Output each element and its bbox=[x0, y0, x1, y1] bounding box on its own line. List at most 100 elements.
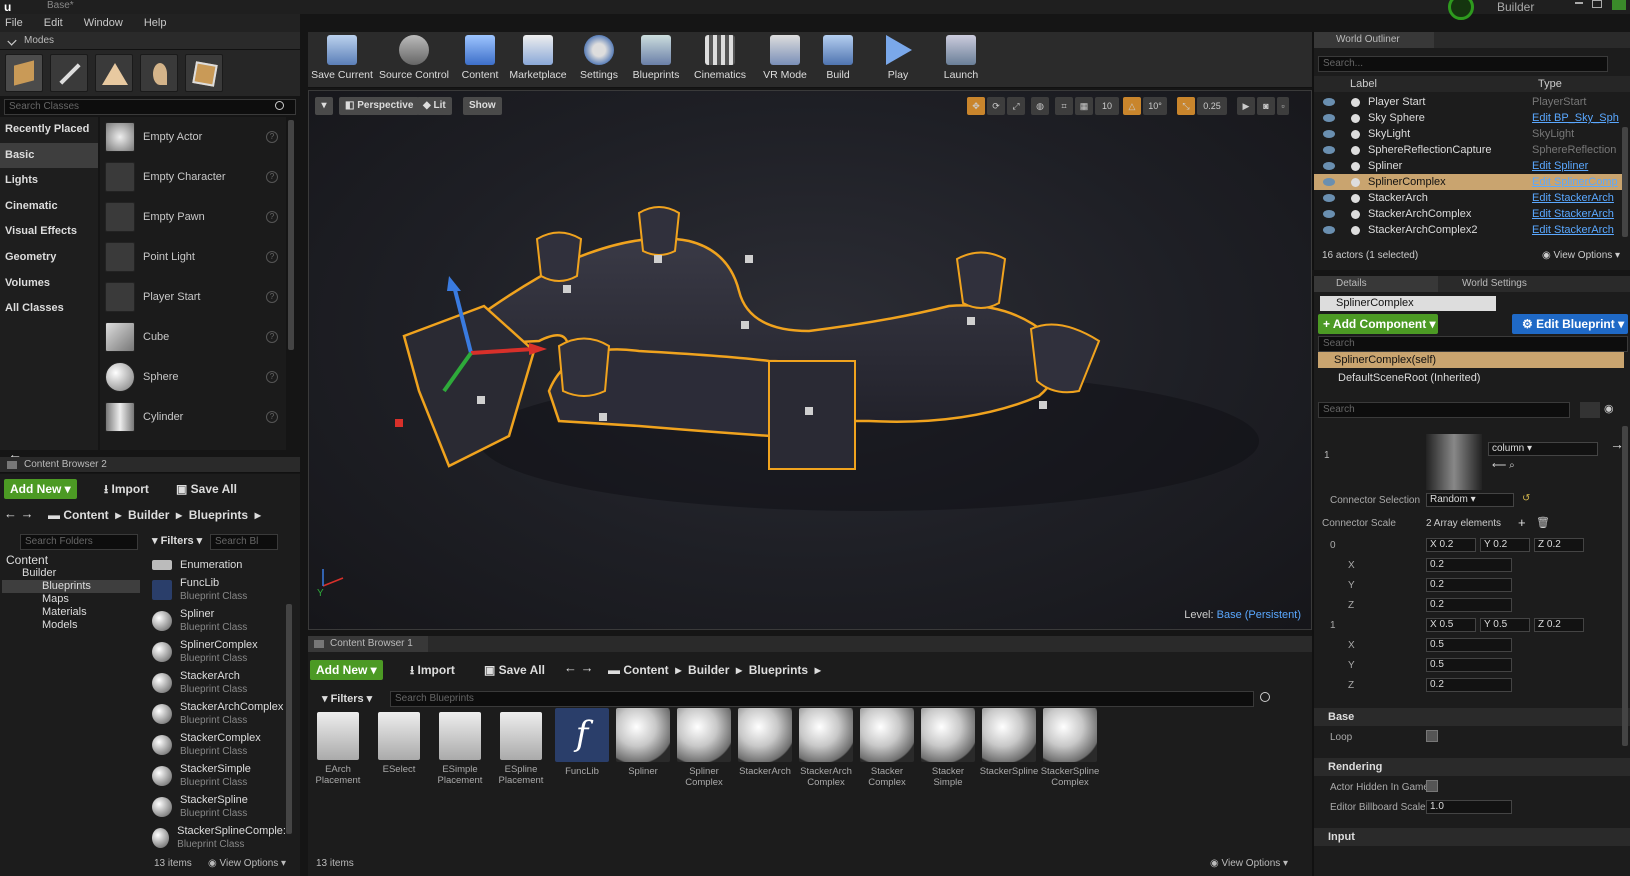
search-blueprints-input[interactable]: Search Blueprints bbox=[390, 691, 1254, 707]
breadcrumb-builder[interactable]: Builder bbox=[128, 508, 169, 522]
asset-tile[interactable]: Spliner Complex bbox=[674, 708, 734, 788]
column-mesh[interactable] bbox=[955, 251, 1007, 309]
asset-tile[interactable]: Spliner bbox=[613, 708, 673, 777]
save-current-button[interactable]: Save Current bbox=[311, 35, 373, 81]
visibility-eye-icon[interactable] bbox=[1323, 194, 1335, 202]
category-lights[interactable]: Lights bbox=[0, 168, 98, 194]
breadcrumb-content[interactable]: Content bbox=[623, 663, 668, 677]
actor-hidden-checkbox[interactable] bbox=[1426, 780, 1438, 792]
asset-tile[interactable]: StackerSpline Complex bbox=[1040, 708, 1100, 788]
content-button[interactable]: Content bbox=[458, 35, 502, 81]
column-mesh[interactable] bbox=[637, 206, 681, 256]
col-type[interactable]: Type bbox=[1538, 78, 1562, 90]
list-item[interactable]: StackerArchComplex Blueprint Class bbox=[148, 698, 286, 729]
visibility-eye-icon[interactable] bbox=[1323, 114, 1335, 122]
edit-blueprint-link[interactable]: Edit Spliner bbox=[1532, 160, 1620, 172]
list-item[interactable]: FuncLib Blueprint Class bbox=[148, 574, 286, 605]
asset-list-scrollbar[interactable] bbox=[286, 604, 292, 834]
help-icon[interactable]: ? bbox=[266, 211, 278, 223]
asset-tile[interactable]: StackerArch Complex bbox=[796, 708, 856, 788]
base-section[interactable]: Base bbox=[1314, 708, 1630, 726]
element-1-x[interactable]: X 0.5 bbox=[1426, 618, 1476, 632]
minimize-icon[interactable] bbox=[1575, 2, 1583, 4]
cinematics-button[interactable]: Cinematics bbox=[690, 35, 750, 81]
asset-tile[interactable]: f FuncLib bbox=[552, 708, 612, 777]
category-geometry[interactable]: Geometry bbox=[0, 245, 98, 271]
outliner-row[interactable]: Player Start PlayerStart bbox=[1314, 94, 1624, 110]
content-browser-1-tab[interactable]: Content Browser 1 bbox=[308, 636, 428, 652]
help-icon[interactable]: ? bbox=[266, 291, 278, 303]
category-all-classes[interactable]: All Classes bbox=[0, 296, 98, 322]
edit-blueprint-link[interactable]: Edit StackerArch bbox=[1532, 208, 1620, 220]
component-search-input[interactable]: Search bbox=[1318, 336, 1628, 352]
add-new-button[interactable]: Add New ▾ bbox=[310, 660, 383, 680]
asset-tile[interactable]: ESimple Placement bbox=[430, 708, 490, 786]
outliner-row[interactable]: StackerArchComplex2 Edit StackerArch bbox=[1314, 222, 1624, 238]
placeable-item[interactable]: Empty Character? bbox=[100, 157, 286, 197]
trash-icon[interactable]: 🗑 bbox=[1536, 516, 1550, 529]
input-section[interactable]: Input bbox=[1314, 828, 1630, 846]
spline-point-marker[interactable] bbox=[395, 419, 403, 427]
visibility-eye-icon[interactable] bbox=[1323, 210, 1335, 218]
build-button[interactable]: Build bbox=[818, 35, 858, 81]
help-icon[interactable]: ? bbox=[266, 251, 278, 263]
source-control-button[interactable]: Source Control bbox=[378, 35, 450, 81]
geometry-mode-icon[interactable] bbox=[185, 54, 223, 92]
blueprints-button[interactable]: Blueprints bbox=[628, 35, 684, 81]
modes-tab[interactable]: Modes bbox=[0, 32, 300, 50]
breadcrumb-blueprints[interactable]: Blueprints bbox=[189, 508, 248, 522]
visibility-eye-icon[interactable] bbox=[1323, 146, 1335, 154]
tree-models[interactable]: Models bbox=[2, 619, 140, 632]
list-item[interactable]: StackerSimple Blueprint Class bbox=[148, 760, 286, 791]
list-item[interactable]: Spliner Blueprint Class bbox=[148, 605, 286, 636]
details-tab[interactable]: Details bbox=[1314, 276, 1438, 292]
menu-help[interactable]: Help bbox=[144, 17, 167, 29]
help-icon[interactable]: ? bbox=[266, 131, 278, 143]
placeable-item[interactable]: Empty Actor? bbox=[100, 117, 286, 157]
list-item[interactable]: StackerSplineComple: Blueprint Class bbox=[148, 822, 286, 853]
element-1-y[interactable]: Y 0.5 bbox=[1480, 618, 1530, 632]
edit-blueprint-link[interactable]: Edit BP_Sky_Sph bbox=[1532, 112, 1620, 124]
list-item[interactable]: SplinerComplex Blueprint Class bbox=[148, 636, 286, 667]
column-mesh[interactable] bbox=[535, 231, 583, 282]
connector-selection-dropdown[interactable]: Random ▾ bbox=[1426, 493, 1514, 507]
help-icon[interactable]: ? bbox=[266, 331, 278, 343]
visibility-eye-icon[interactable] bbox=[1323, 178, 1335, 186]
tree-blueprints[interactable]: Blueprints bbox=[2, 580, 140, 593]
breadcrumb-builder[interactable]: Builder bbox=[688, 663, 729, 677]
category-visual-effects[interactable]: Visual Effects bbox=[0, 219, 98, 245]
place-mode-icon[interactable] bbox=[5, 54, 43, 92]
placeable-item[interactable]: Cube? bbox=[100, 317, 286, 357]
element-1-z-value[interactable]: 0.2 bbox=[1426, 678, 1512, 692]
import-button[interactable]: ⭳ Import bbox=[104, 479, 149, 499]
column-mesh[interactable] bbox=[557, 337, 611, 397]
save-all-button[interactable]: ▣ Save All bbox=[176, 479, 237, 499]
tree-materials[interactable]: Materials bbox=[2, 606, 140, 619]
category-basic[interactable]: Basic bbox=[0, 142, 98, 169]
play-button[interactable]: Play bbox=[878, 35, 918, 81]
list-item[interactable]: Enumeration bbox=[148, 556, 286, 574]
edit-blueprint-link[interactable]: Edit StackerArch bbox=[1532, 192, 1620, 204]
menu-edit[interactable]: Edit bbox=[44, 17, 63, 29]
outliner-row[interactable]: Spliner Edit Spliner bbox=[1314, 158, 1624, 174]
visibility-eye-icon[interactable] bbox=[1323, 226, 1335, 234]
edit-blueprint-link[interactable]: Edit SplinerComp bbox=[1532, 176, 1620, 188]
placeable-item[interactable]: Point Light? bbox=[100, 237, 286, 277]
column-mesh[interactable] bbox=[1029, 323, 1101, 394]
edit-blueprint-button[interactable]: ⚙ Edit Blueprint ▾ bbox=[1512, 314, 1628, 334]
search-classes-input[interactable]: Search Classes bbox=[4, 99, 296, 115]
import-button[interactable]: ⭳ Import bbox=[410, 660, 455, 680]
rendering-section[interactable]: Rendering bbox=[1314, 758, 1630, 776]
landscape-mode-icon[interactable] bbox=[95, 54, 133, 92]
filters-button[interactable]: ▾ Filters ▾ bbox=[152, 534, 202, 547]
asset-tile[interactable]: StackerArch bbox=[735, 708, 795, 777]
tree-content[interactable]: Content bbox=[2, 554, 140, 567]
add-element-icon[interactable]: + bbox=[1518, 515, 1526, 530]
element-0-y-value[interactable]: 0.2 bbox=[1426, 578, 1512, 592]
details-search-input[interactable]: Search bbox=[1318, 402, 1570, 418]
edit-blueprint-link[interactable]: Edit StackerArch bbox=[1532, 224, 1620, 236]
asset-tile[interactable]: Stacker Simple bbox=[918, 708, 978, 788]
element-0-z-value[interactable]: 0.2 bbox=[1426, 598, 1512, 612]
search-assets-input[interactable]: Search Bl bbox=[210, 534, 278, 550]
outliner-scrollbar[interactable] bbox=[1622, 127, 1628, 237]
